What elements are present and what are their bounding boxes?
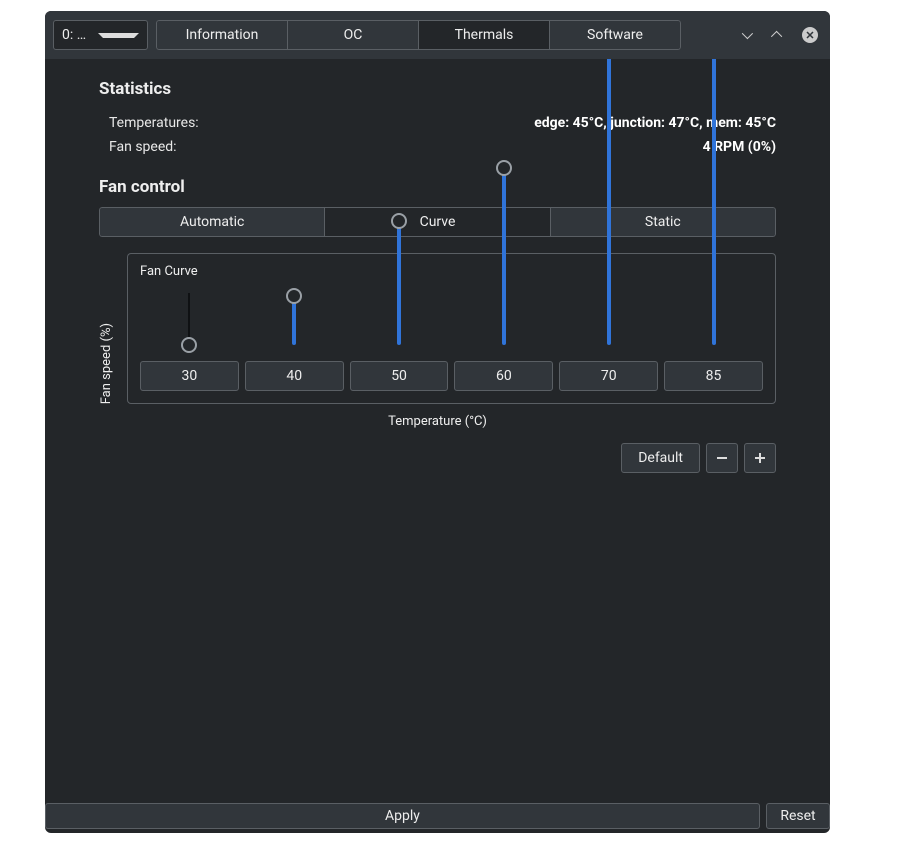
fan-control-heading: Fan control — [99, 177, 776, 197]
temperature-input[interactable]: 60 — [454, 361, 553, 391]
slider-fill — [397, 221, 401, 345]
fan-curve-column: 50 — [350, 285, 449, 391]
remove-point-button[interactable] — [706, 443, 738, 473]
temperature-input[interactable]: 50 — [350, 361, 449, 391]
temperature-input[interactable]: 40 — [245, 361, 344, 391]
tab-information[interactable]: Information — [156, 20, 288, 50]
fan-curve-slider[interactable] — [454, 285, 553, 353]
fan-mode-static[interactable]: Static — [550, 207, 776, 237]
temperatures-row: Temperatures: edge: 45°C, junction: 47°C… — [99, 111, 776, 135]
slider-thumb[interactable] — [181, 337, 197, 353]
tab-software[interactable]: Software — [549, 20, 681, 50]
fan-curve-column: 85 — [664, 285, 763, 391]
fan-curve-column: 60 — [454, 285, 553, 391]
collapse-button[interactable] — [734, 23, 758, 47]
tab-thermals[interactable]: Thermals — [418, 20, 550, 50]
fan-mode-curve[interactable]: Curve — [324, 207, 550, 237]
fan-curve-column: 70 — [559, 285, 658, 391]
app-window: 0: Vega ... InformationOCThermalsSoftwar… — [45, 11, 830, 833]
fan-curve-box: Fan Curve 304050607085 — [127, 253, 776, 404]
chevron-down-icon — [742, 28, 753, 39]
fan-mode-automatic[interactable]: Automatic — [99, 207, 325, 237]
minus-icon — [717, 457, 727, 459]
statistics-heading: Statistics — [99, 79, 776, 99]
slider-thumb[interactable] — [391, 213, 407, 229]
apply-button[interactable]: Apply — [45, 803, 760, 829]
temperature-input[interactable]: 85 — [664, 361, 763, 391]
fan-speed-label: Fan speed: — [109, 139, 177, 155]
close-icon: ✕ — [802, 27, 818, 43]
slider-fill — [502, 168, 506, 345]
tab-oc[interactable]: OC — [287, 20, 419, 50]
temperature-input[interactable]: 30 — [140, 361, 239, 391]
x-axis-label: Temperature (°C) — [99, 414, 776, 429]
main-tabs: InformationOCThermalsSoftware — [156, 20, 681, 50]
plus-icon — [755, 453, 765, 463]
y-axis-label: Fan speed (%) — [99, 253, 117, 404]
add-point-button[interactable] — [744, 443, 776, 473]
slider-fill — [607, 59, 611, 345]
fan-speed-row: Fan speed: 4 RPM (0%) — [99, 135, 776, 159]
fan-curve-section: Fan speed (%) Fan Curve 304050607085 — [99, 253, 776, 404]
temperatures-label: Temperatures: — [109, 115, 199, 131]
curve-buttons-row: Default — [99, 443, 776, 473]
fan-curve-slider[interactable] — [140, 285, 239, 353]
fan-curve-sliders: 304050607085 — [140, 285, 763, 391]
fan-curve-slider[interactable] — [559, 285, 658, 353]
device-select[interactable]: 0: Vega ... — [53, 20, 148, 50]
fan-curve-legend: Fan Curve — [140, 264, 763, 279]
fan-mode-tabs: AutomaticCurveStatic — [99, 207, 776, 237]
fan-curve-slider[interactable] — [245, 285, 344, 353]
fan-curve-column: 30 — [140, 285, 239, 391]
default-button[interactable]: Default — [621, 443, 700, 473]
expand-button[interactable] — [766, 23, 790, 47]
reset-button[interactable]: Reset — [766, 803, 830, 829]
fan-curve-slider[interactable] — [350, 285, 449, 353]
chevron-up-icon — [771, 31, 782, 42]
close-button[interactable]: ✕ — [798, 23, 822, 47]
fan-curve-column: 40 — [245, 285, 344, 391]
temperatures-value: edge: 45°C, junction: 47°C, mem: 45°C — [534, 115, 776, 131]
titlebar: 0: Vega ... InformationOCThermalsSoftwar… — [45, 11, 830, 59]
slider-thumb[interactable] — [496, 160, 512, 176]
slider-fill — [712, 59, 716, 345]
chevron-down-icon — [98, 33, 140, 38]
footer-bar: Apply Reset — [45, 803, 830, 833]
fan-curve-slider[interactable] — [664, 285, 763, 353]
device-select-label: 0: Vega ... — [62, 27, 94, 43]
slider-thumb[interactable] — [286, 288, 302, 304]
temperature-input[interactable]: 70 — [559, 361, 658, 391]
content-area: Statistics Temperatures: edge: 45°C, jun… — [45, 59, 830, 803]
